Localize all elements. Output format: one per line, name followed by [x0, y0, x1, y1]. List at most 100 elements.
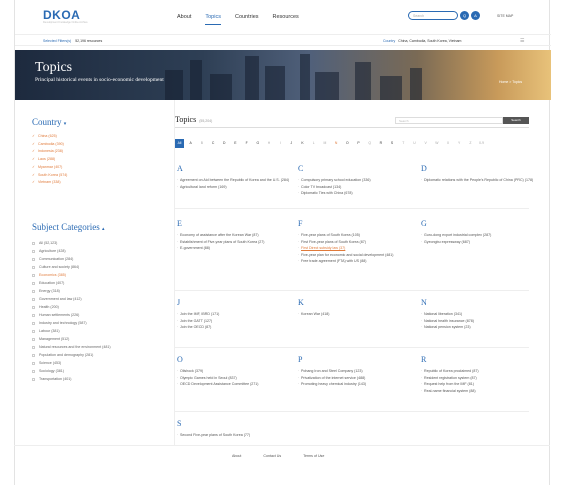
topic-link[interactable]: Economy of assistance after the Korean W…: [177, 233, 292, 238]
topic-link[interactable]: Agreement on Aid between the Republic of…: [177, 178, 292, 183]
subject-item[interactable]: Education (407): [32, 279, 111, 287]
alpha-letter[interactable]: D: [220, 139, 229, 148]
topic-search-input[interactable]: Search: [395, 117, 503, 124]
topic-link[interactable]: Pohang Iron and Steel Company (123): [298, 369, 413, 374]
topic-link[interactable]: Join the IMF, IBRD (171): [177, 312, 292, 317]
topic-link[interactable]: Republic of Korea proclaimed (87): [421, 369, 536, 374]
alpha-letter[interactable]: G: [253, 139, 262, 148]
topic-link[interactable]: Establishment of Five-year plans of Sout…: [177, 240, 292, 245]
topic-link[interactable]: Real-name financial system (88): [421, 389, 536, 394]
topic-link[interactable]: Agricultural land reform (169): [177, 185, 292, 190]
topic-link[interactable]: National liberation (341): [421, 312, 536, 317]
search-icon[interactable]: Q: [460, 11, 469, 20]
advanced-search-icon[interactable]: A: [471, 11, 480, 20]
alpha-all[interactable]: All: [175, 139, 184, 148]
subject-item[interactable]: Labour (381): [32, 327, 111, 335]
topic-link[interactable]: Oilshock (379): [177, 369, 292, 374]
alpha-letter[interactable]: 0-9: [477, 139, 486, 148]
header-search-input[interactable]: Search: [408, 11, 458, 20]
subject-item[interactable]: Agriculture (428): [32, 247, 111, 255]
subject-item[interactable]: Population and demography (281): [32, 351, 111, 359]
alpha-letter[interactable]: X: [444, 139, 453, 148]
topic-link[interactable]: Second Five-year plans of South Korea (7…: [177, 433, 292, 438]
topic-link[interactable]: Resident registration system (87): [421, 376, 536, 381]
alpha-letter[interactable]: C: [209, 139, 218, 148]
topic-link[interactable]: Join the OECD (87): [177, 325, 292, 330]
subject-item[interactable]: Energy (318): [32, 287, 111, 295]
alpha-letter[interactable]: U: [410, 139, 419, 148]
topic-link[interactable]: First Five-year plans of South Korea (87…: [298, 240, 413, 245]
subject-item[interactable]: Government and law (412): [32, 295, 111, 303]
topic-link[interactable]: Promoting heavy chemical industry (143): [298, 382, 413, 387]
topic-link[interactable]: Privatization of the internet service (4…: [298, 376, 413, 381]
alpha-letter[interactable]: Y: [455, 139, 464, 148]
alpha-letter[interactable]: V: [421, 139, 430, 148]
subject-item[interactable]: Human settlements (226): [32, 311, 111, 319]
topic-link[interactable]: Five-year plans of South Korea (105): [298, 233, 413, 238]
footer-about-link[interactable]: About: [232, 454, 241, 458]
subject-item[interactable]: Transportation (401): [32, 375, 111, 383]
alpha-letter[interactable]: E: [231, 139, 240, 148]
topic-link[interactable]: Request help from the IMF (81): [421, 382, 536, 387]
alpha-letter[interactable]: J: [287, 139, 296, 148]
alpha-letter[interactable]: T: [399, 139, 408, 148]
alpha-letter[interactable]: O: [343, 139, 352, 148]
alpha-letter[interactable]: K: [298, 139, 307, 148]
alpha-letter[interactable]: N: [332, 139, 341, 148]
topic-link[interactable]: Join the GATT (127): [177, 319, 292, 324]
subject-item[interactable]: All (52,123): [32, 239, 111, 247]
topic-link[interactable]: Free trade agreement (FTA) with US (88): [298, 259, 413, 264]
topic-link-hover[interactable]: First Direct subsidy law (37): [298, 246, 413, 251]
country-heading[interactable]: Country ▾: [32, 117, 66, 127]
subject-item[interactable]: Communication (284): [32, 255, 111, 263]
topic-link[interactable]: Diplomatic Ties with China (678): [298, 191, 413, 196]
alpha-letter[interactable]: F: [242, 139, 251, 148]
nav-topics[interactable]: Topics: [205, 14, 221, 25]
alpha-letter[interactable]: L: [309, 139, 318, 148]
topic-link[interactable]: Color TV broadcast (134): [298, 185, 413, 190]
country-item[interactable]: ✓ Indonesia (238): [32, 148, 67, 156]
subject-item[interactable]: Science (453): [32, 359, 111, 367]
subject-item[interactable]: Management (512): [32, 335, 111, 343]
subject-item[interactable]: Natural resources and the environment (4…: [32, 343, 111, 351]
nav-about[interactable]: About: [177, 14, 191, 25]
alpha-letter[interactable]: R: [376, 139, 385, 148]
alpha-letter[interactable]: B: [197, 139, 206, 148]
alpha-letter[interactable]: S: [388, 139, 397, 148]
topic-link[interactable]: Compulsory primary school education (336…: [298, 178, 413, 183]
nav-resources[interactable]: Resources: [273, 14, 299, 25]
alpha-letter[interactable]: M: [320, 139, 329, 148]
country-item[interactable]: ✓ China (625): [32, 133, 67, 141]
sitemap-link[interactable]: SITE MAP: [497, 14, 513, 18]
logo[interactable]: DKOA: [43, 8, 80, 22]
topic-link[interactable]: Diplomatic relations with the People's R…: [421, 178, 536, 183]
subject-item[interactable]: Culture and society (864): [32, 263, 111, 271]
subject-item[interactable]: Sociology (381): [32, 367, 111, 375]
subject-categories-heading[interactable]: Subject Categories ▴: [32, 222, 105, 232]
topic-link[interactable]: Korean War (418): [298, 312, 413, 317]
menu-icon[interactable]: ☰: [520, 38, 524, 44]
topic-link[interactable]: Five-year plan for economic and social d…: [298, 253, 413, 258]
topic-link[interactable]: National health insurance (878): [421, 319, 536, 324]
alpha-letter[interactable]: H: [265, 139, 274, 148]
alpha-letter[interactable]: Z: [466, 139, 475, 148]
topic-link[interactable]: OECD Development Assistance Committee (2…: [177, 382, 292, 387]
country-item[interactable]: ✓ Vietnam (338): [32, 179, 67, 187]
country-item[interactable]: ✓ South Korea (574): [32, 172, 67, 180]
topic-link[interactable]: E-government (88): [177, 246, 292, 251]
breadcrumb[interactable]: Home > Topics: [499, 80, 522, 84]
nav-countries[interactable]: Countries: [235, 14, 259, 25]
subject-item-selected[interactable]: Economics (385): [32, 271, 111, 279]
alpha-letter[interactable]: W: [432, 139, 441, 148]
alpha-letter[interactable]: A: [186, 139, 195, 148]
topic-link[interactable]: National pension system (23): [421, 325, 536, 330]
alpha-letter[interactable]: I: [276, 139, 285, 148]
alpha-letter[interactable]: Q: [365, 139, 374, 148]
search-button[interactable]: Search: [503, 117, 529, 124]
alpha-letter[interactable]: P: [354, 139, 363, 148]
subject-item[interactable]: Health (200): [32, 303, 111, 311]
country-item[interactable]: ✓ Myanmar (407): [32, 164, 67, 172]
topic-link[interactable]: Guro-dong export industrial complex (287…: [421, 233, 536, 238]
footer-contact-link[interactable]: Contact Us: [263, 454, 281, 458]
country-item[interactable]: ✓ Cambodia (390): [32, 141, 67, 149]
